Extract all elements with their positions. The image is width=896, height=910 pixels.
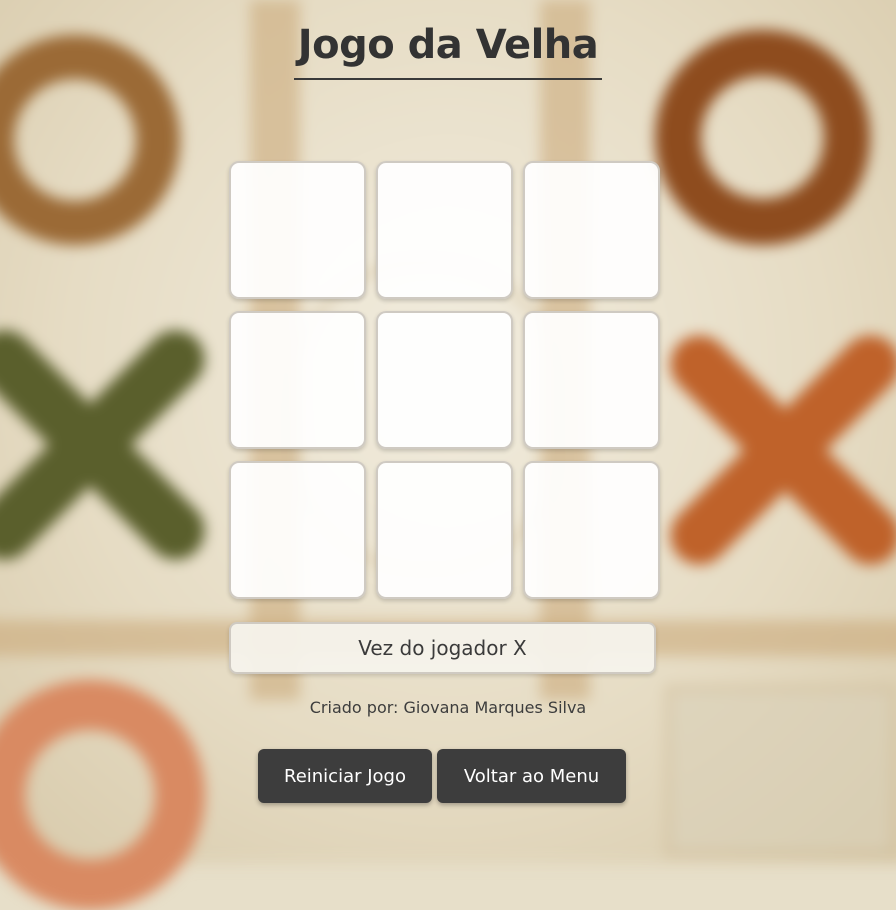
background-x-mark-icon xyxy=(0,300,230,590)
game-board xyxy=(229,161,660,599)
board-cell-8[interactable] xyxy=(376,461,513,599)
board-cell-4[interactable] xyxy=(229,311,366,449)
board-cell-2[interactable] xyxy=(376,161,513,299)
board-cell-3[interactable] xyxy=(523,161,660,299)
board-cell-9[interactable] xyxy=(523,461,660,599)
back-to-menu-button[interactable]: Voltar ao Menu xyxy=(437,749,626,803)
board-cell-5[interactable] xyxy=(376,311,513,449)
turn-status: Vez do jogador X xyxy=(229,622,656,674)
board-cell-1[interactable] xyxy=(229,161,366,299)
board-cell-7[interactable] xyxy=(229,461,366,599)
board-cell-6[interactable] xyxy=(523,311,660,449)
background-x-mark-icon xyxy=(650,305,896,595)
restart-game-button[interactable]: Reiniciar Jogo xyxy=(258,749,432,803)
page-title-text: Jogo da Velha xyxy=(293,22,603,80)
credits-text: Criado por: Giovana Marques Silva xyxy=(309,698,587,717)
turn-status-text: Vez do jogador X xyxy=(358,636,527,660)
page-title: Jogo da Velha xyxy=(0,22,896,80)
